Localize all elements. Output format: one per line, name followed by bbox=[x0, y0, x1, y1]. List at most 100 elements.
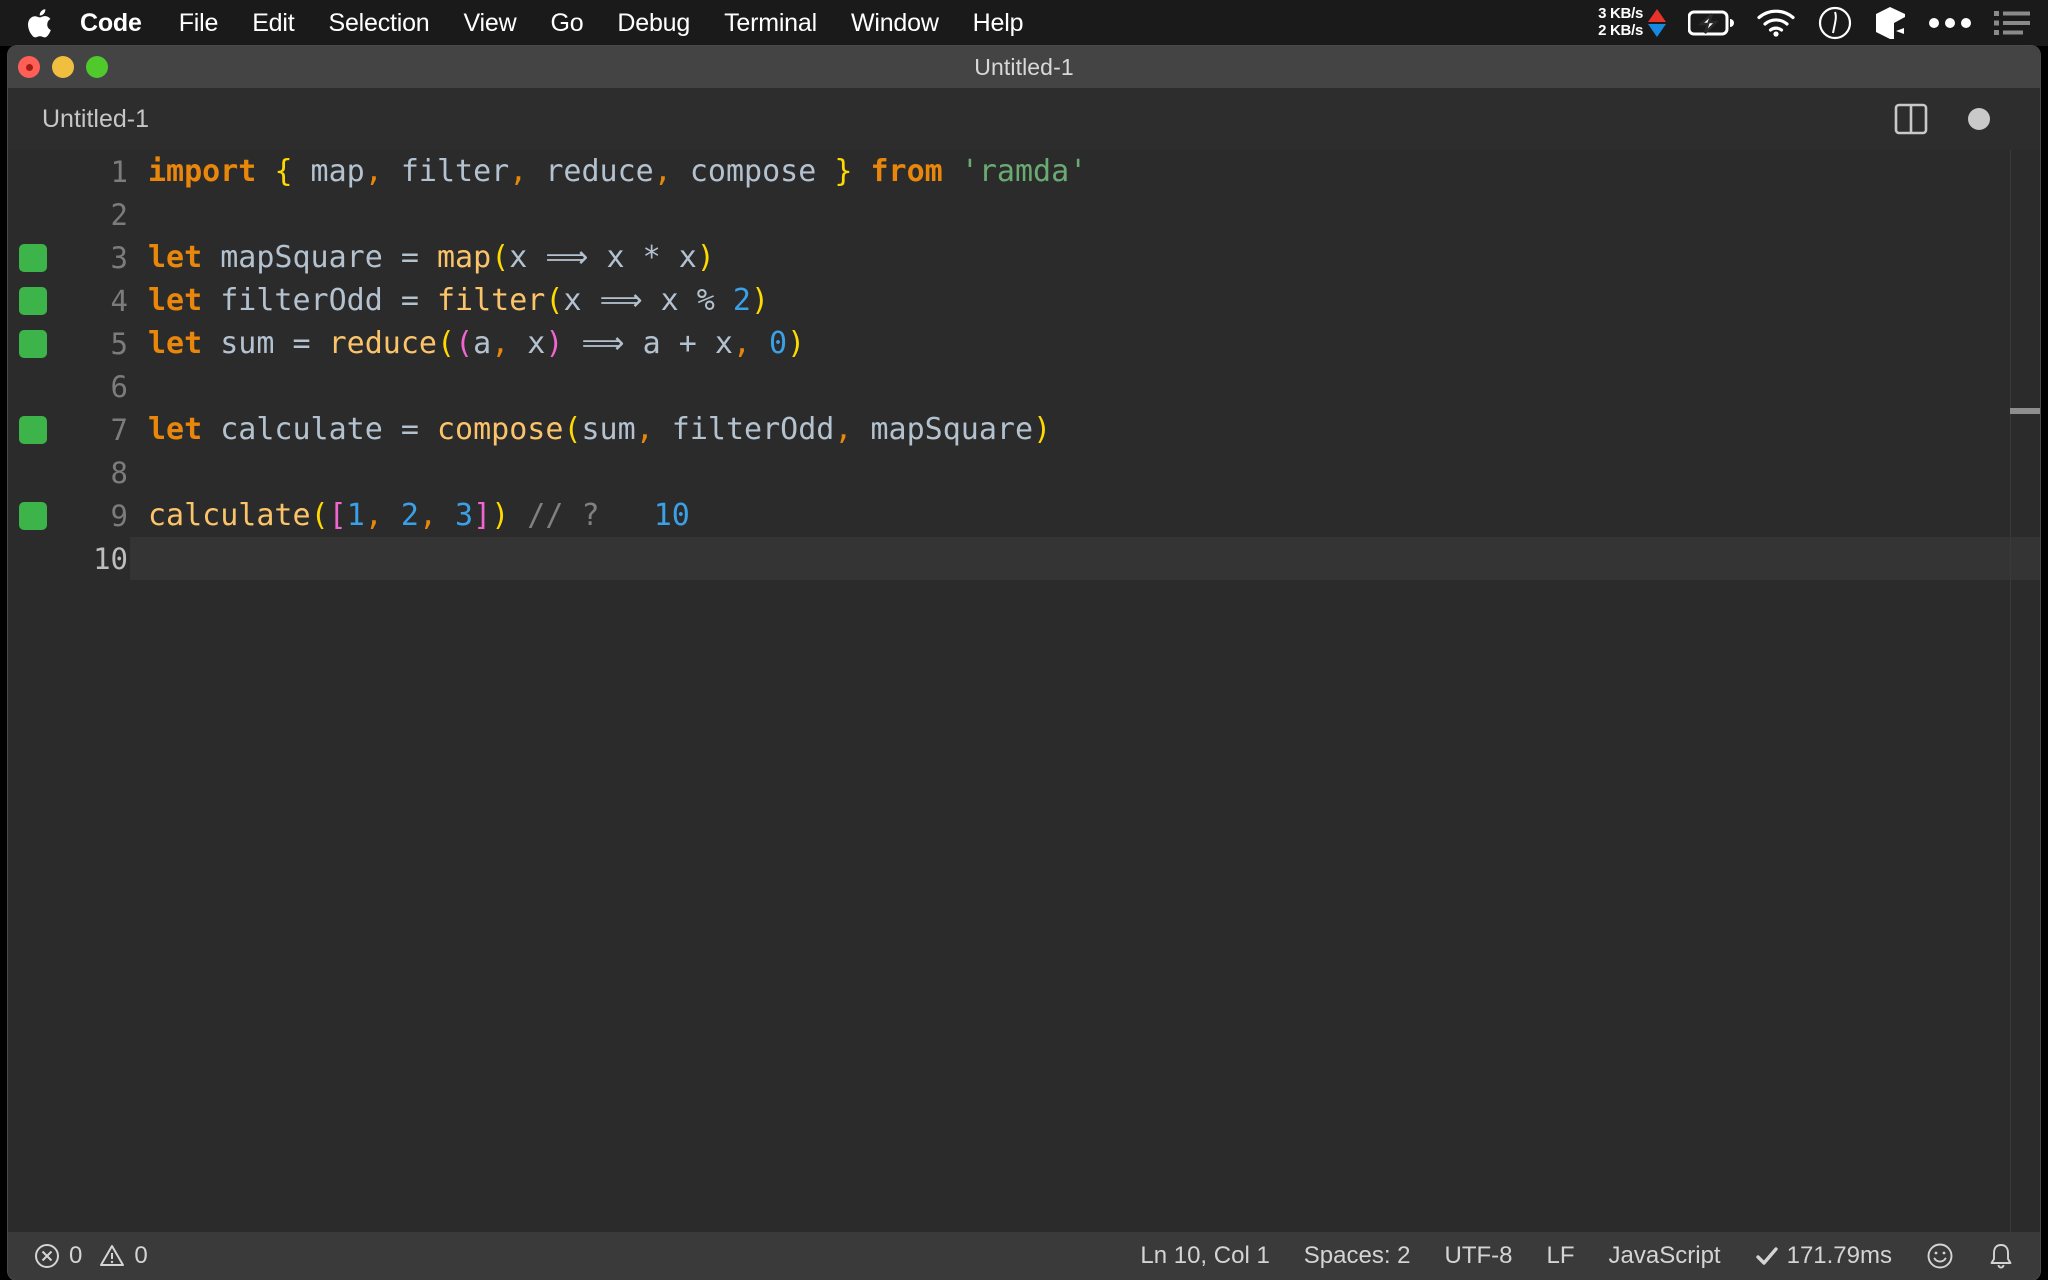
menu-item-window[interactable]: Window bbox=[834, 10, 956, 36]
line-number: 10 bbox=[93, 541, 128, 576]
code-token: , bbox=[418, 497, 437, 533]
menu-item-selection[interactable]: Selection bbox=[311, 10, 446, 36]
upload-speed-label: 3 KB/s bbox=[1598, 5, 1643, 23]
code-line[interactable]: 8 bbox=[8, 451, 2040, 494]
menu-item-go[interactable]: Go bbox=[533, 10, 600, 36]
code-token: , bbox=[653, 153, 672, 189]
split-editor-icon[interactable] bbox=[1894, 102, 1928, 136]
code-line-content[interactable]: calculate([1, 2, 3]) // ? 10 bbox=[130, 494, 2040, 537]
gutter-coverage-marker[interactable] bbox=[19, 415, 47, 444]
code-lines-container[interactable]: 1 import { map, filter, reduce, compose }… bbox=[8, 150, 2040, 1232]
network-speed-indicator[interactable]: 3 KB/s 2 KB/s bbox=[1598, 5, 1666, 40]
code-line-content[interactable]: let filterOdd = filter(x ⟹ x % 2) bbox=[130, 279, 2040, 322]
encoding-status[interactable]: UTF-8 bbox=[1445, 1242, 1513, 1270]
minimize-button[interactable] bbox=[52, 56, 74, 78]
smiley-icon[interactable] bbox=[1926, 1242, 1954, 1270]
code-token: 3 bbox=[437, 497, 474, 533]
code-token: mapSquare bbox=[220, 239, 401, 275]
clock-icon[interactable] bbox=[1818, 6, 1852, 40]
menu-item-file[interactable]: File bbox=[162, 10, 235, 36]
code-token: ) bbox=[1033, 411, 1052, 447]
editor-overview-ruler[interactable] bbox=[2010, 150, 2040, 1232]
line-ending-status[interactable]: LF bbox=[1547, 1242, 1575, 1270]
gutter-coverage-marker[interactable] bbox=[19, 329, 47, 358]
code-line-content[interactable] bbox=[130, 193, 2040, 236]
code-token: ) bbox=[787, 325, 806, 361]
code-line[interactable]: 7 let calculate = compose(sum, filterOdd,… bbox=[8, 408, 2040, 451]
traffic-light-buttons bbox=[8, 56, 108, 78]
tab-untitled-1[interactable]: Untitled-1 bbox=[8, 88, 175, 150]
code-token: filter bbox=[382, 153, 510, 189]
code-line[interactable]: 10 bbox=[8, 537, 2040, 580]
code-line-content[interactable] bbox=[130, 537, 2040, 580]
run-time-status[interactable]: 171.79ms bbox=[1755, 1242, 1892, 1270]
code-token: ( bbox=[491, 239, 510, 275]
code-token: sum bbox=[220, 325, 293, 361]
code-line[interactable]: 6 bbox=[8, 365, 2040, 408]
code-token: 2 bbox=[382, 497, 419, 533]
error-count: 0 bbox=[69, 1242, 83, 1269]
battery-charging-icon[interactable] bbox=[1688, 10, 1734, 36]
code-token: ) bbox=[696, 239, 715, 275]
code-token: , bbox=[364, 153, 383, 189]
code-token: = bbox=[400, 411, 437, 447]
upload-arrow-icon bbox=[1648, 9, 1666, 22]
code-token: let bbox=[148, 325, 221, 361]
code-line[interactable]: 4 let filterOdd = filter(x ⟹ x % 2) bbox=[8, 279, 2040, 322]
gutter-coverage-marker[interactable] bbox=[19, 243, 47, 272]
code-editor[interactable]: 1 import { map, filter, reduce, compose }… bbox=[8, 150, 2040, 1232]
code-token: import bbox=[148, 153, 275, 189]
maximize-button[interactable] bbox=[86, 56, 108, 78]
code-token: ) bbox=[545, 325, 564, 361]
bell-icon[interactable] bbox=[1988, 1242, 2014, 1270]
code-token: ] bbox=[473, 497, 492, 533]
code-line[interactable]: 9 calculate([1, 2, 3]) // ? 10 bbox=[8, 494, 2040, 537]
gutter-coverage-marker[interactable] bbox=[19, 501, 47, 530]
problems-status[interactable]: 0 0 bbox=[34, 1242, 148, 1270]
code-line[interactable]: 5 let sum = reduce((a, x) ⟹ a + x, 0) bbox=[8, 322, 2040, 365]
code-token: 'ramda' bbox=[960, 153, 1088, 189]
indentation-status[interactable]: Spaces: 2 bbox=[1304, 1242, 1411, 1270]
menu-item-code[interactable]: Code bbox=[80, 10, 162, 36]
code-token: from bbox=[852, 153, 961, 189]
gutter-coverage-marker[interactable] bbox=[19, 286, 47, 315]
code-line-content[interactable]: let sum = reduce((a, x) ⟹ a + x, 0) bbox=[130, 322, 2040, 365]
language-mode-status[interactable]: JavaScript bbox=[1609, 1242, 1721, 1270]
window-title-bar: Untitled-1 bbox=[8, 46, 2040, 88]
menu-item-edit[interactable]: Edit bbox=[235, 10, 311, 36]
code-token: ( bbox=[437, 325, 456, 361]
window-title: Untitled-1 bbox=[974, 53, 1074, 80]
code-line-content[interactable]: let calculate = compose(sum, filterOdd, … bbox=[130, 408, 2040, 451]
close-button[interactable] bbox=[18, 56, 40, 78]
code-line-content[interactable] bbox=[130, 365, 2040, 408]
code-line[interactable]: 2 bbox=[8, 193, 2040, 236]
code-line[interactable]: 1 import { map, filter, reduce, compose }… bbox=[8, 150, 2040, 193]
code-token: ( bbox=[310, 497, 329, 533]
menu-item-help[interactable]: Help bbox=[956, 10, 1041, 36]
code-token: map bbox=[292, 153, 365, 189]
menu-item-view[interactable]: View bbox=[447, 10, 534, 36]
code-line[interactable]: 3 let mapSquare = map(x ⟹ x * x) bbox=[8, 236, 2040, 279]
ellipsis-icon[interactable] bbox=[1928, 16, 1972, 30]
code-token: reduce bbox=[328, 325, 437, 361]
unsaved-indicator-dot[interactable] bbox=[1968, 108, 1990, 130]
code-token: reduce bbox=[527, 153, 654, 189]
hexagon-icon[interactable] bbox=[1874, 6, 1906, 40]
code-line-content[interactable]: let mapSquare = map(x ⟹ x * x) bbox=[130, 236, 2040, 279]
code-line-content[interactable] bbox=[130, 451, 2040, 494]
code-token: * bbox=[642, 239, 679, 275]
code-token: % bbox=[696, 282, 733, 318]
code-token: ( bbox=[545, 282, 564, 318]
editor-actions bbox=[1894, 102, 2040, 136]
control-center-list-icon[interactable] bbox=[1994, 10, 2030, 36]
error-icon bbox=[34, 1243, 60, 1269]
code-token: calculate bbox=[220, 411, 401, 447]
code-line-content[interactable]: import { map, filter, reduce, compose } … bbox=[130, 150, 2040, 193]
menu-item-debug[interactable]: Debug bbox=[600, 10, 707, 36]
apple-logo-icon[interactable] bbox=[26, 8, 52, 38]
code-token: , bbox=[635, 411, 654, 447]
warning-count: 0 bbox=[134, 1242, 148, 1269]
wifi-icon[interactable] bbox=[1756, 9, 1796, 37]
cursor-position-status[interactable]: Ln 10, Col 1 bbox=[1140, 1242, 1269, 1270]
menu-item-terminal[interactable]: Terminal bbox=[707, 10, 834, 36]
